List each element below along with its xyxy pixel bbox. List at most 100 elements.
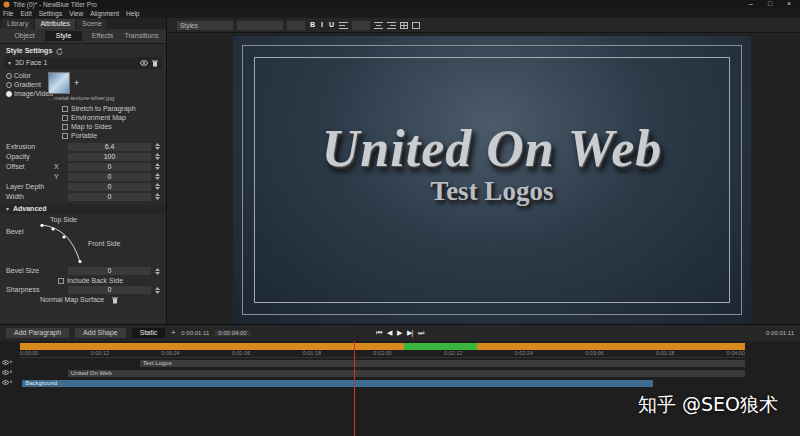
fill-type-radio[interactable]: Image/Video: [6, 90, 42, 98]
advanced-header[interactable]: ▾ Advanced: [0, 204, 166, 214]
add-mode-button[interactable]: +: [171, 329, 175, 337]
spinner-icon[interactable]: [155, 193, 160, 200]
trash-icon[interactable]: [152, 60, 158, 67]
track-clip[interactable]: United On Web: [68, 370, 745, 377]
menu-item[interactable]: Settings: [39, 10, 63, 17]
time-out[interactable]: 0:00:04:00: [215, 330, 249, 337]
time-in[interactable]: 0:00:01:11: [181, 330, 209, 337]
transport-button[interactable]: ▶: [397, 329, 402, 337]
format-button[interactable]: I: [320, 21, 324, 29]
fill-type-radio[interactable]: Color: [6, 72, 42, 80]
texture-thumbnail[interactable]: [48, 72, 70, 94]
text-toolbar: Styles BIU: [167, 18, 800, 33]
ruler-label: 0:00:12: [91, 350, 109, 357]
mode-button[interactable]: Static: [132, 328, 166, 338]
add-button[interactable]: Add Shape: [75, 328, 126, 338]
align-icon[interactable]: [387, 22, 396, 29]
transport-button[interactable]: ⏭: [418, 329, 424, 337]
spinner-icon[interactable]: [155, 268, 160, 275]
front-side-label: Front Side: [88, 240, 120, 248]
panel-tab[interactable]: Scene: [77, 19, 107, 29]
ruler-label: 0:02:00: [373, 350, 391, 357]
timeline-controls: Add Paragraph Add Shape Static + 0:00:01:…: [0, 324, 800, 341]
spinner-icon[interactable]: [155, 173, 160, 180]
reset-icon[interactable]: [56, 48, 63, 55]
menu-item[interactable]: File: [3, 10, 13, 17]
image-file-name: …metal-texture-silver.jpg: [48, 95, 114, 102]
ruler-label: 0:01:06: [232, 350, 250, 357]
title-canvas[interactable]: United On Web Test Logos: [233, 36, 751, 324]
font-field[interactable]: [237, 21, 283, 30]
property-value[interactable]: 6.4: [68, 143, 151, 151]
static-segment[interactable]: [404, 343, 477, 350]
property-row: Y 0: [0, 172, 166, 182]
property-value[interactable]: 0: [68, 173, 151, 181]
playhead[interactable]: [354, 341, 355, 436]
fill-type-radio[interactable]: Gradient: [6, 81, 42, 89]
preview-stage: United On Web Test Logos: [167, 33, 800, 324]
attribute-tab[interactable]: Style: [45, 31, 82, 41]
panel-tab[interactable]: Attributes: [35, 19, 75, 29]
menu-item[interactable]: Edit: [20, 10, 31, 17]
subtitle-text[interactable]: Test Logos: [431, 177, 554, 207]
menu-item[interactable]: Help: [126, 10, 139, 17]
panel-tab[interactable]: Library: [2, 19, 33, 29]
property-value[interactable]: 0: [68, 193, 151, 201]
track-clip[interactable]: Text Logos: [140, 360, 745, 367]
property-value[interactable]: 0: [68, 163, 151, 171]
layer-select[interactable]: ▾ 3D Face 1: [4, 57, 162, 69]
work-area-bar[interactable]: [20, 343, 745, 350]
timeline: ▸ ▸ ▸ 0:00:000:00:120:00:240:01:060:01:1…: [0, 341, 800, 436]
menu-item[interactable]: Alignment: [90, 10, 119, 17]
property-row: Bevel Size 0: [0, 266, 166, 276]
ruler-label: 0:04:00: [727, 350, 745, 357]
bevel-curve[interactable]: [40, 224, 84, 264]
format-button[interactable]: B: [309, 21, 316, 29]
grid-icon[interactable]: [412, 22, 420, 29]
add-button[interactable]: Add Paragraph: [6, 328, 69, 338]
transport-button[interactable]: ▶|: [407, 329, 414, 337]
eye-icon[interactable]: [140, 60, 148, 66]
window-control[interactable]: –: [743, 0, 759, 8]
format-button[interactable]: U: [328, 21, 335, 29]
grid-icon[interactable]: [400, 22, 408, 29]
attribute-tab[interactable]: Object: [6, 31, 43, 41]
include-back-side-checkbox[interactable]: Include Back Side: [0, 276, 166, 285]
window-control[interactable]: ×: [781, 0, 797, 8]
menu-item[interactable]: View: [69, 10, 83, 17]
title-text[interactable]: United On Web: [322, 122, 662, 177]
spinner-icon[interactable]: [155, 287, 160, 294]
align-icon[interactable]: [339, 22, 348, 29]
spinner-icon[interactable]: [155, 153, 160, 160]
option-checkbox[interactable]: Stretch to Paragraph: [62, 105, 160, 114]
track-clip[interactable]: Background: [22, 380, 653, 387]
eye-icon[interactable]: [2, 360, 9, 365]
attribute-tab[interactable]: Transitions: [123, 31, 160, 41]
transport-button[interactable]: ◀: [387, 329, 392, 337]
transport-button[interactable]: ⏮: [376, 329, 382, 337]
spinner-icon[interactable]: [155, 163, 160, 170]
eye-icon[interactable]: [2, 370, 9, 375]
align-icon[interactable]: [374, 22, 383, 29]
styles-field[interactable]: Styles: [177, 21, 233, 30]
option-checkbox[interactable]: Environment Map: [62, 114, 160, 123]
option-checkbox[interactable]: Map to Sides: [62, 123, 160, 132]
property-value[interactable]: 0: [68, 267, 151, 275]
spinner-icon[interactable]: [155, 143, 160, 150]
attribute-tab[interactable]: Effects: [84, 31, 121, 41]
layer-name: 3D Face 1: [15, 59, 136, 67]
title-bar: Title (0)* - NewBlue Titler Pro –□×: [0, 0, 800, 9]
spacing-field[interactable]: [352, 21, 370, 30]
property-value[interactable]: 100: [68, 153, 151, 161]
spinner-icon[interactable]: [155, 183, 160, 190]
option-checkbox[interactable]: Portable: [62, 132, 160, 141]
window-control[interactable]: □: [762, 0, 778, 8]
trash-icon[interactable]: [112, 297, 118, 304]
add-image-button[interactable]: +: [74, 78, 79, 88]
property-row: Extrusion 6.4: [0, 142, 166, 152]
property-value[interactable]: 0: [68, 183, 151, 191]
size-field[interactable]: [287, 21, 305, 30]
property-value[interactable]: 0: [68, 286, 151, 294]
property-row: Layer Depth 0: [0, 182, 166, 192]
eye-icon[interactable]: [2, 380, 9, 385]
